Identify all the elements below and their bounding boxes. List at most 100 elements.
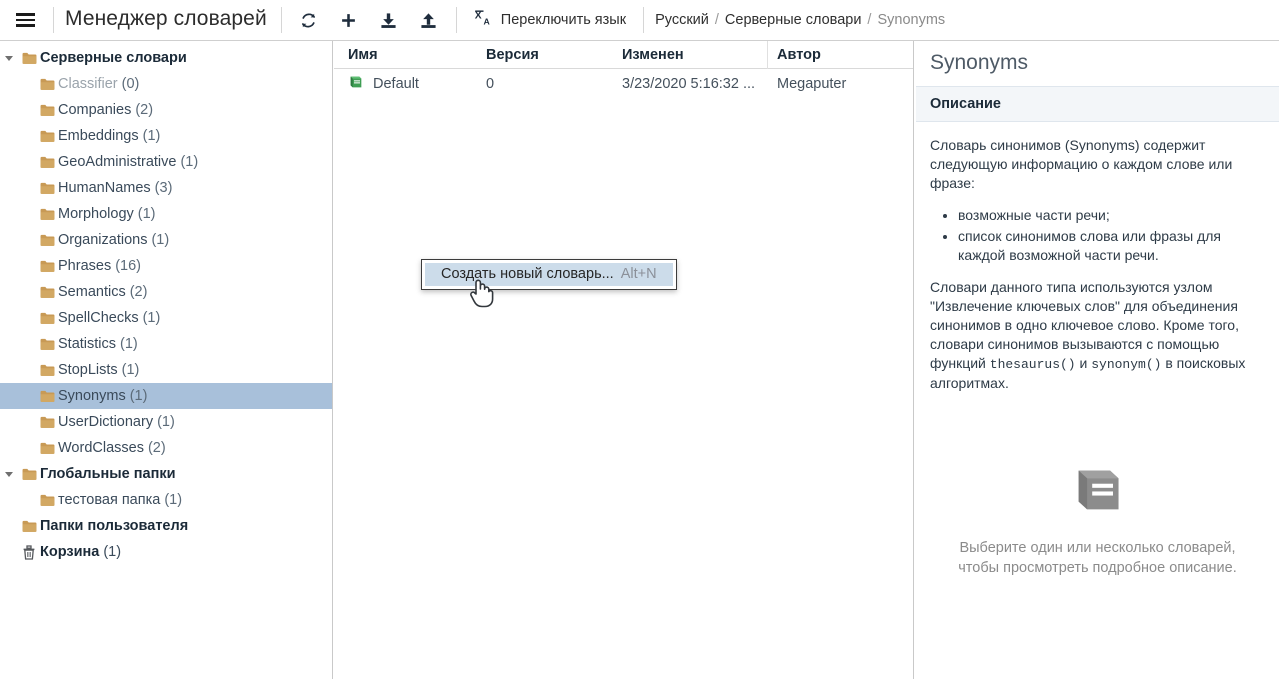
sidebar-item-count: (1) bbox=[120, 336, 138, 352]
breadcrumb-item-server-dictionaries[interactable]: Серверные словари bbox=[725, 12, 862, 28]
sidebar-item-label: SpellChecks bbox=[58, 310, 139, 326]
sidebar-item-count: (2) bbox=[147, 440, 166, 456]
sidebar-item-папки-пользователя[interactable]: Папки пользователя bbox=[0, 513, 332, 539]
breadcrumb-separator: / bbox=[867, 12, 872, 28]
sidebar-item-spellchecks[interactable]: SpellChecks (1) bbox=[0, 305, 332, 331]
folder-tree: Серверные словари Classifier (0) Companies(… bbox=[0, 45, 332, 565]
sidebar-item-statistics[interactable]: Statistics (1) bbox=[0, 331, 332, 357]
hamburger-icon[interactable] bbox=[4, 0, 46, 40]
sidebar-item-phrases[interactable]: Phrases (16) bbox=[0, 253, 332, 279]
sidebar-item-label: Серверные словари bbox=[40, 50, 187, 66]
sidebar-item-label: Папки пользователя bbox=[40, 518, 189, 534]
folder-tree-sidebar[interactable]: Серверные словари Classifier (0) Companies(… bbox=[0, 41, 333, 679]
sidebar-item-classifier[interactable]: Classifier (0) bbox=[0, 71, 332, 97]
breadcrumb-item-language[interactable]: Русский bbox=[655, 12, 709, 28]
folder-icon bbox=[36, 494, 58, 507]
sidebar-item-embeddings[interactable]: Embeddings (1) bbox=[0, 123, 332, 149]
sidebar-item-count: (1) bbox=[180, 154, 199, 170]
context-menu[interactable]: Создать новый словарь... Alt+N bbox=[421, 259, 677, 290]
breadcrumb-item-current: Synonyms bbox=[877, 12, 946, 28]
hamburger-bar bbox=[15, 18, 35, 22]
chevron-down-icon[interactable] bbox=[0, 471, 18, 477]
sidebar-item-label: Statistics bbox=[58, 336, 117, 352]
import-button[interactable] bbox=[369, 0, 409, 40]
context-menu-item-create-dictionary[interactable]: Создать новый словарь... Alt+N bbox=[425, 263, 673, 286]
svg-text:A: A bbox=[483, 17, 490, 27]
cell-modified: 3/23/2020 5:16:32 ... bbox=[622, 75, 756, 92]
sidebar-item-wordclasses[interactable]: WordClasses (2) bbox=[0, 435, 332, 461]
folder-icon bbox=[36, 338, 58, 351]
trash-icon bbox=[18, 544, 40, 560]
sidebar-item-тестовая-папка[interactable]: тестовая папка (1) bbox=[0, 487, 332, 513]
chevron-down-icon[interactable] bbox=[0, 55, 18, 61]
code-thesaurus: thesaurus() bbox=[989, 357, 1076, 372]
sidebar-item-label: тестовая папка bbox=[58, 492, 161, 508]
sidebar-item-stoplists[interactable]: StopLists (1) bbox=[0, 357, 332, 383]
switch-language-button[interactable]: X A Переключить язык bbox=[464, 0, 636, 40]
column-header-author[interactable]: Автор bbox=[767, 40, 907, 69]
book-icon bbox=[348, 74, 364, 94]
sidebar-item-серверные-словари[interactable]: Серверные словари bbox=[0, 45, 332, 71]
folder-icon bbox=[36, 364, 58, 377]
folder-icon bbox=[36, 260, 58, 273]
folder-icon bbox=[36, 390, 58, 403]
sidebar-item-count: (16) bbox=[115, 258, 141, 274]
details-section-header: Описание bbox=[916, 86, 1279, 122]
folder-icon bbox=[36, 416, 58, 429]
cell-name: Default bbox=[334, 74, 486, 94]
folder-icon bbox=[18, 52, 40, 65]
sidebar-item-count: (1) bbox=[164, 492, 183, 508]
sidebar-item-count: (1) bbox=[129, 388, 148, 404]
details-paragraph-functions: Словари данного типа используются узлом … bbox=[930, 278, 1265, 393]
details-bullet-list: возможные части речи; список синонимов с… bbox=[930, 206, 1265, 265]
sidebar-item-label: Companies bbox=[58, 102, 132, 118]
sidebar-item-morphology[interactable]: Morphology (1) bbox=[0, 201, 332, 227]
sidebar-item-count: (0) bbox=[121, 76, 140, 92]
svg-text:X: X bbox=[475, 10, 482, 21]
folder-icon bbox=[36, 130, 58, 143]
sidebar-item-companies[interactable]: Companies (2) bbox=[0, 97, 332, 123]
column-header-modified[interactable]: Изменен bbox=[622, 47, 767, 63]
folder-icon bbox=[36, 182, 58, 195]
sidebar-item-synonyms[interactable]: Synonyms (1) bbox=[0, 383, 332, 409]
sidebar-item-geoadministrative[interactable]: GeoAdministrative (1) bbox=[0, 149, 332, 175]
add-button[interactable] bbox=[329, 0, 369, 40]
context-menu-item-shortcut: Alt+N bbox=[620, 266, 657, 282]
dictionary-manager-window: Менеджер словарей X A Переключить язык Р… bbox=[0, 0, 1279, 679]
sidebar-item-label: WordClasses bbox=[58, 440, 144, 456]
refresh-button[interactable] bbox=[289, 0, 329, 40]
sidebar-item-semantics[interactable]: Semantics (2) bbox=[0, 279, 332, 305]
folder-icon bbox=[18, 520, 40, 533]
hamburger-bar bbox=[15, 13, 35, 16]
folder-icon bbox=[18, 468, 40, 481]
folder-icon bbox=[36, 78, 58, 91]
cell-version: 0 bbox=[486, 75, 495, 92]
sidebar-item-count: (1) bbox=[121, 362, 140, 378]
sidebar-item-organizations[interactable]: Organizations (1) bbox=[0, 227, 332, 253]
sidebar-item-label: Semantics bbox=[58, 284, 126, 300]
sidebar-item-count: (1) bbox=[137, 206, 156, 222]
table-row[interactable]: Default 0 3/23/2020 5:16:32 ... Megapute… bbox=[334, 69, 913, 98]
sidebar-item-label: HumanNames bbox=[58, 180, 151, 196]
header-divider bbox=[53, 7, 54, 33]
hamburger-bar bbox=[15, 24, 35, 27]
details-body: Словарь синонимов (Synonyms) содержит сл… bbox=[916, 122, 1279, 393]
sidebar-item-count: (1) bbox=[142, 310, 161, 326]
column-header-name[interactable]: Имя bbox=[334, 47, 486, 63]
folder-icon bbox=[36, 442, 58, 455]
sidebar-item-count: (1) bbox=[142, 128, 161, 144]
sidebar-item-userdictionary[interactable]: UserDictionary (1) bbox=[0, 409, 332, 435]
breadcrumb: Русский / Серверные словари / Synonyms bbox=[651, 12, 945, 28]
export-button[interactable] bbox=[409, 0, 449, 40]
sidebar-item-count: (2) bbox=[135, 102, 154, 118]
sidebar-item-глобальные-папки[interactable]: Глобальные папки bbox=[0, 461, 332, 487]
dictionary-list-panel[interactable]: Имя Версия Изменен Автор Default 0 3/23/… bbox=[334, 40, 914, 679]
upload-icon bbox=[420, 12, 437, 29]
folder-icon bbox=[36, 286, 58, 299]
sidebar-item-humannames[interactable]: HumanNames (3) bbox=[0, 175, 332, 201]
sidebar-item-count: (3) bbox=[154, 180, 173, 196]
sidebar-item-label: Morphology bbox=[58, 206, 134, 222]
column-header-version[interactable]: Версия bbox=[486, 47, 622, 63]
cell-author: Megaputer bbox=[777, 75, 847, 92]
sidebar-item-корзина[interactable]: Корзина (1) bbox=[0, 539, 332, 565]
